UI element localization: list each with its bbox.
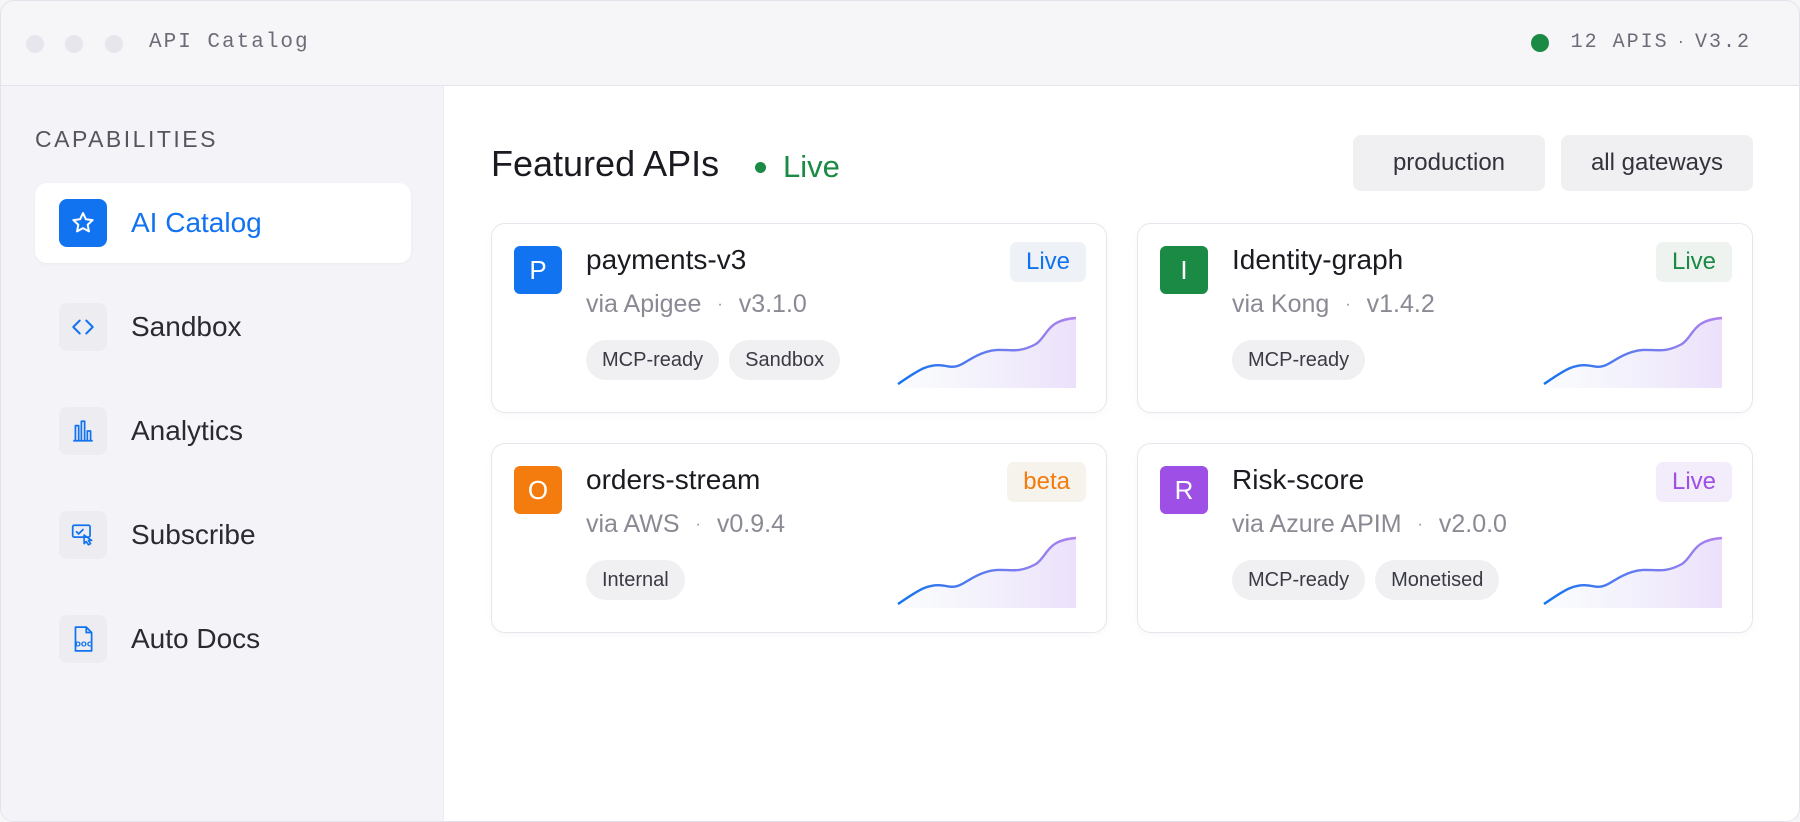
main-panel: Featured APIs Live production all gatewa… (444, 86, 1799, 821)
page-title: Featured APIs (491, 143, 720, 184)
app-version: V3.2 (1694, 31, 1751, 54)
api-version: v0.9.4 (716, 510, 785, 538)
tag: MCP-ready (1232, 340, 1366, 380)
meta-separator: · (717, 295, 723, 313)
api-version: v2.0.0 (1438, 510, 1507, 538)
status-badge: beta (1007, 462, 1086, 502)
sparkline-chart (897, 316, 1077, 388)
tag-list: MCP-ready Sandbox (586, 340, 850, 380)
sidebar-item-label: Auto Docs (131, 623, 261, 654)
live-indicator: Live (755, 149, 840, 185)
api-name: Identity-graph (1232, 244, 1404, 275)
sidebar-item-ai-catalog[interactable]: AI Catalog (35, 183, 411, 263)
api-card-identity-graph[interactable]: I Identity-graph via Kong · v1.4.2 Live … (1137, 223, 1753, 413)
api-card-risk-score[interactable]: R Risk-score via Azure APIM · v2.0.0 Liv… (1137, 443, 1753, 633)
star-icon (59, 199, 107, 247)
tag: Internal (586, 560, 685, 600)
sidebar-item-sandbox[interactable]: Sandbox (35, 287, 411, 367)
api-gateway: via AWS (586, 510, 680, 538)
sidebar-item-subscribe[interactable]: Subscribe (35, 495, 411, 575)
status-badge: Live (1655, 242, 1732, 282)
tag: Monetised (1375, 560, 1500, 600)
status-dot-icon (1530, 33, 1549, 52)
sparkline-chart (897, 536, 1077, 608)
status-separator: · (1676, 34, 1687, 51)
meta-separator: · (1345, 295, 1351, 313)
api-avatar: O (514, 466, 562, 514)
sidebar-item-analytics[interactable]: Analytics (35, 391, 411, 471)
api-card-orders-stream[interactable]: O orders-stream via AWS · v0.9.4 beta In… (491, 443, 1107, 633)
sparkline-chart (1543, 536, 1723, 608)
app-window: API Catalog 12 APIS · V3.2 CAPABILITIES … (0, 0, 1800, 822)
api-name: orders-stream (586, 464, 761, 495)
filter-production[interactable]: production (1353, 135, 1545, 191)
api-name: Risk-score (1232, 464, 1365, 495)
api-gateway: via Azure APIM (1232, 510, 1402, 538)
api-version: v3.1.0 (738, 290, 807, 318)
api-meta: via Azure APIM · v2.0.0 (1232, 510, 1507, 539)
tag-list: MCP-ready (1232, 340, 1375, 380)
live-label: Live (783, 149, 840, 184)
tag-list: Internal (586, 560, 695, 600)
status-badge: Live (1655, 462, 1732, 502)
sidebar-item-auto-docs[interactable]: DOC Auto Docs (35, 599, 411, 679)
tag: Sandbox (729, 340, 841, 380)
api-avatar: R (1160, 466, 1208, 514)
tag-list: MCP-ready Monetised (1232, 560, 1509, 600)
subscribe-icon (59, 511, 107, 559)
api-meta: via AWS · v0.9.4 (586, 510, 785, 539)
sparkline-chart (1543, 316, 1723, 388)
api-count: 12 APIS (1570, 31, 1669, 54)
tag: MCP-ready (586, 340, 720, 380)
title-bar: API Catalog 12 APIS · V3.2 (1, 1, 1799, 86)
tag: MCP-ready (1232, 560, 1366, 600)
sidebar-item-label: Analytics (131, 415, 244, 446)
window-minimize-button[interactable] (65, 35, 83, 53)
bar-chart-icon (59, 407, 107, 455)
api-meta: via Apigee · v3.1.0 (586, 290, 807, 319)
status-indicator: 12 APIS · V3.2 (1530, 31, 1751, 54)
app-title: API Catalog (149, 31, 310, 54)
api-gateway: via Apigee (586, 290, 702, 318)
api-version: v1.4.2 (1366, 290, 1435, 318)
api-gateway: via Kong (1232, 290, 1330, 318)
sidebar: CAPABILITIES AI Catalog Sandbox Analytic… (1, 86, 444, 821)
sidebar-item-label: Sandbox (131, 311, 242, 342)
meta-separator: · (1417, 515, 1423, 533)
api-name: payments-v3 (586, 244, 747, 275)
api-card-payments-v3[interactable]: P payments-v3 via Apigee · v3.1.0 Live M… (491, 223, 1107, 413)
doc-icon: DOC (59, 615, 107, 663)
api-avatar: I (1160, 246, 1208, 294)
svg-text:DOC: DOC (75, 641, 92, 649)
sidebar-item-label: Subscribe (131, 519, 256, 550)
meta-separator: · (695, 515, 701, 533)
sidebar-nav: AI Catalog Sandbox Analytics Subscribe D… (35, 183, 411, 703)
api-meta: via Kong · v1.4.2 (1232, 290, 1435, 319)
sidebar-heading: CAPABILITIES (35, 126, 218, 152)
window-close-button[interactable] (26, 35, 44, 53)
code-icon (59, 303, 107, 351)
status-badge: Live (1009, 242, 1086, 282)
sidebar-item-label: AI Catalog (131, 207, 262, 238)
window-maximize-button[interactable] (105, 35, 123, 53)
filter-all-gateways[interactable]: all gateways (1561, 135, 1753, 191)
live-dot-icon (755, 161, 766, 173)
api-avatar: P (514, 246, 562, 294)
